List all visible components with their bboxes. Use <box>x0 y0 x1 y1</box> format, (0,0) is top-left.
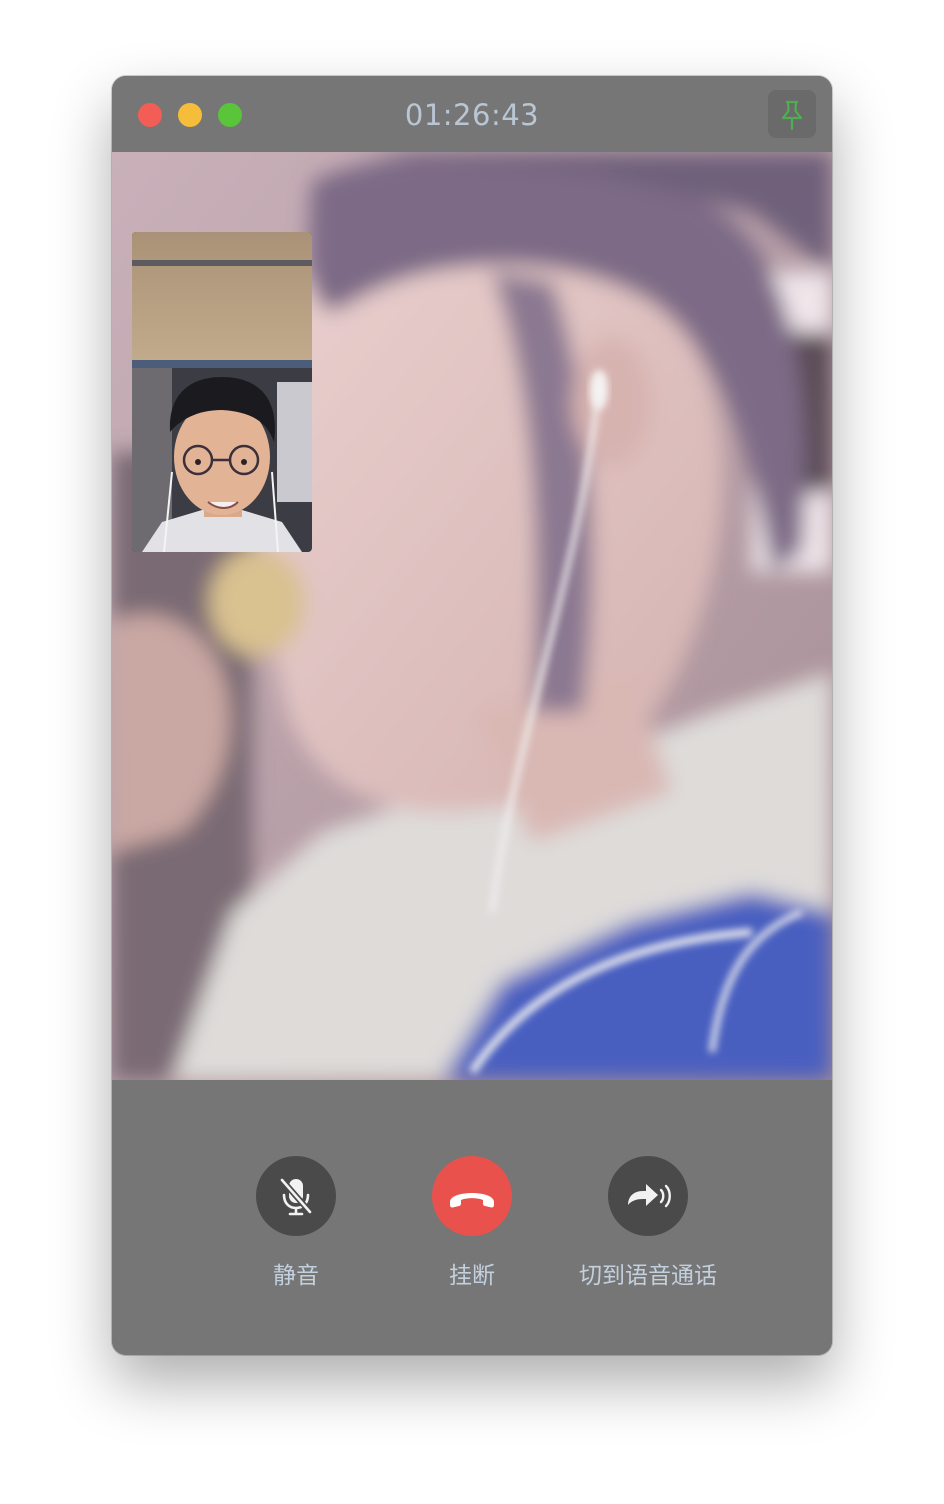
call-timer: 01:26:43 <box>404 98 540 132</box>
pin-icon <box>781 100 803 130</box>
video-call-window: 01:26:43 静音 挂断 切到语音通话 <box>112 76 832 1355</box>
title-bar: 01:26:43 <box>112 76 832 152</box>
switch-to-voice-icon <box>628 1184 671 1208</box>
call-controls: 静音 挂断 切到语音通话 <box>112 1080 832 1355</box>
hangup-label[interactable]: 挂断 <box>372 1256 572 1290</box>
local-camera-image <box>132 232 312 552</box>
hangup-button[interactable] <box>432 1156 512 1236</box>
pin-window-button[interactable] <box>768 90 816 138</box>
switch-to-voice-label[interactable]: 切到语音通话 <box>548 1256 748 1290</box>
mute-label[interactable]: 静音 <box>196 1256 396 1290</box>
mute-button[interactable] <box>256 1156 336 1236</box>
remote-video-feed <box>112 152 832 1080</box>
local-camera-preview[interactable] <box>132 232 312 552</box>
switch-to-voice-button[interactable] <box>608 1156 688 1236</box>
microphone-muted-icon <box>279 1177 313 1216</box>
phone-hangup-icon <box>450 1193 494 1208</box>
